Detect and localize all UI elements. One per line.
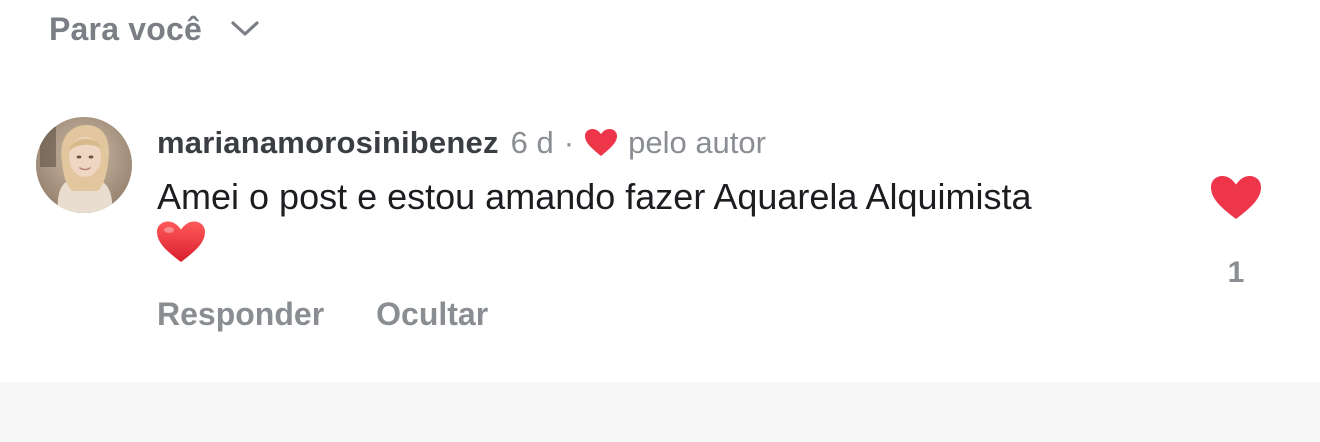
comments-filter-label: Para você xyxy=(49,10,203,47)
avatar[interactable] xyxy=(36,117,132,213)
comment-body: Amei o post e estou amando fazer Aquarel… xyxy=(157,176,1032,217)
heart-emoji-icon xyxy=(155,220,207,264)
comment-time: 6 d xyxy=(510,125,554,160)
like-heart-icon[interactable] xyxy=(1209,174,1263,222)
liked-by-author-label: pelo autor xyxy=(628,125,766,160)
comment-meta: marianamorosinibenez 6 d · pelo autor xyxy=(157,118,1117,168)
chevron-down-icon xyxy=(230,19,260,39)
comment-like: 1 xyxy=(1205,174,1267,290)
meta-separator: · xyxy=(563,125,575,160)
comment-username[interactable]: marianamorosinibenez xyxy=(157,125,499,161)
section-divider xyxy=(0,382,1320,442)
comment-text: Amei o post e estou amando fazer Aquarel… xyxy=(157,174,1077,267)
reply-button[interactable]: Responder xyxy=(157,296,324,333)
comment-actions: Responder Ocultar xyxy=(157,296,488,333)
like-count: 1 xyxy=(1227,256,1245,289)
comment: marianamorosinibenez 6 d · pelo autor Am… xyxy=(157,118,1117,267)
heart-icon xyxy=(584,128,618,158)
comments-filter-dropdown[interactable]: Para você xyxy=(49,8,260,50)
comments-page: Para você marianamorosinibenez 6 d · pel… xyxy=(0,0,1320,442)
hide-button[interactable]: Ocultar xyxy=(376,296,488,333)
